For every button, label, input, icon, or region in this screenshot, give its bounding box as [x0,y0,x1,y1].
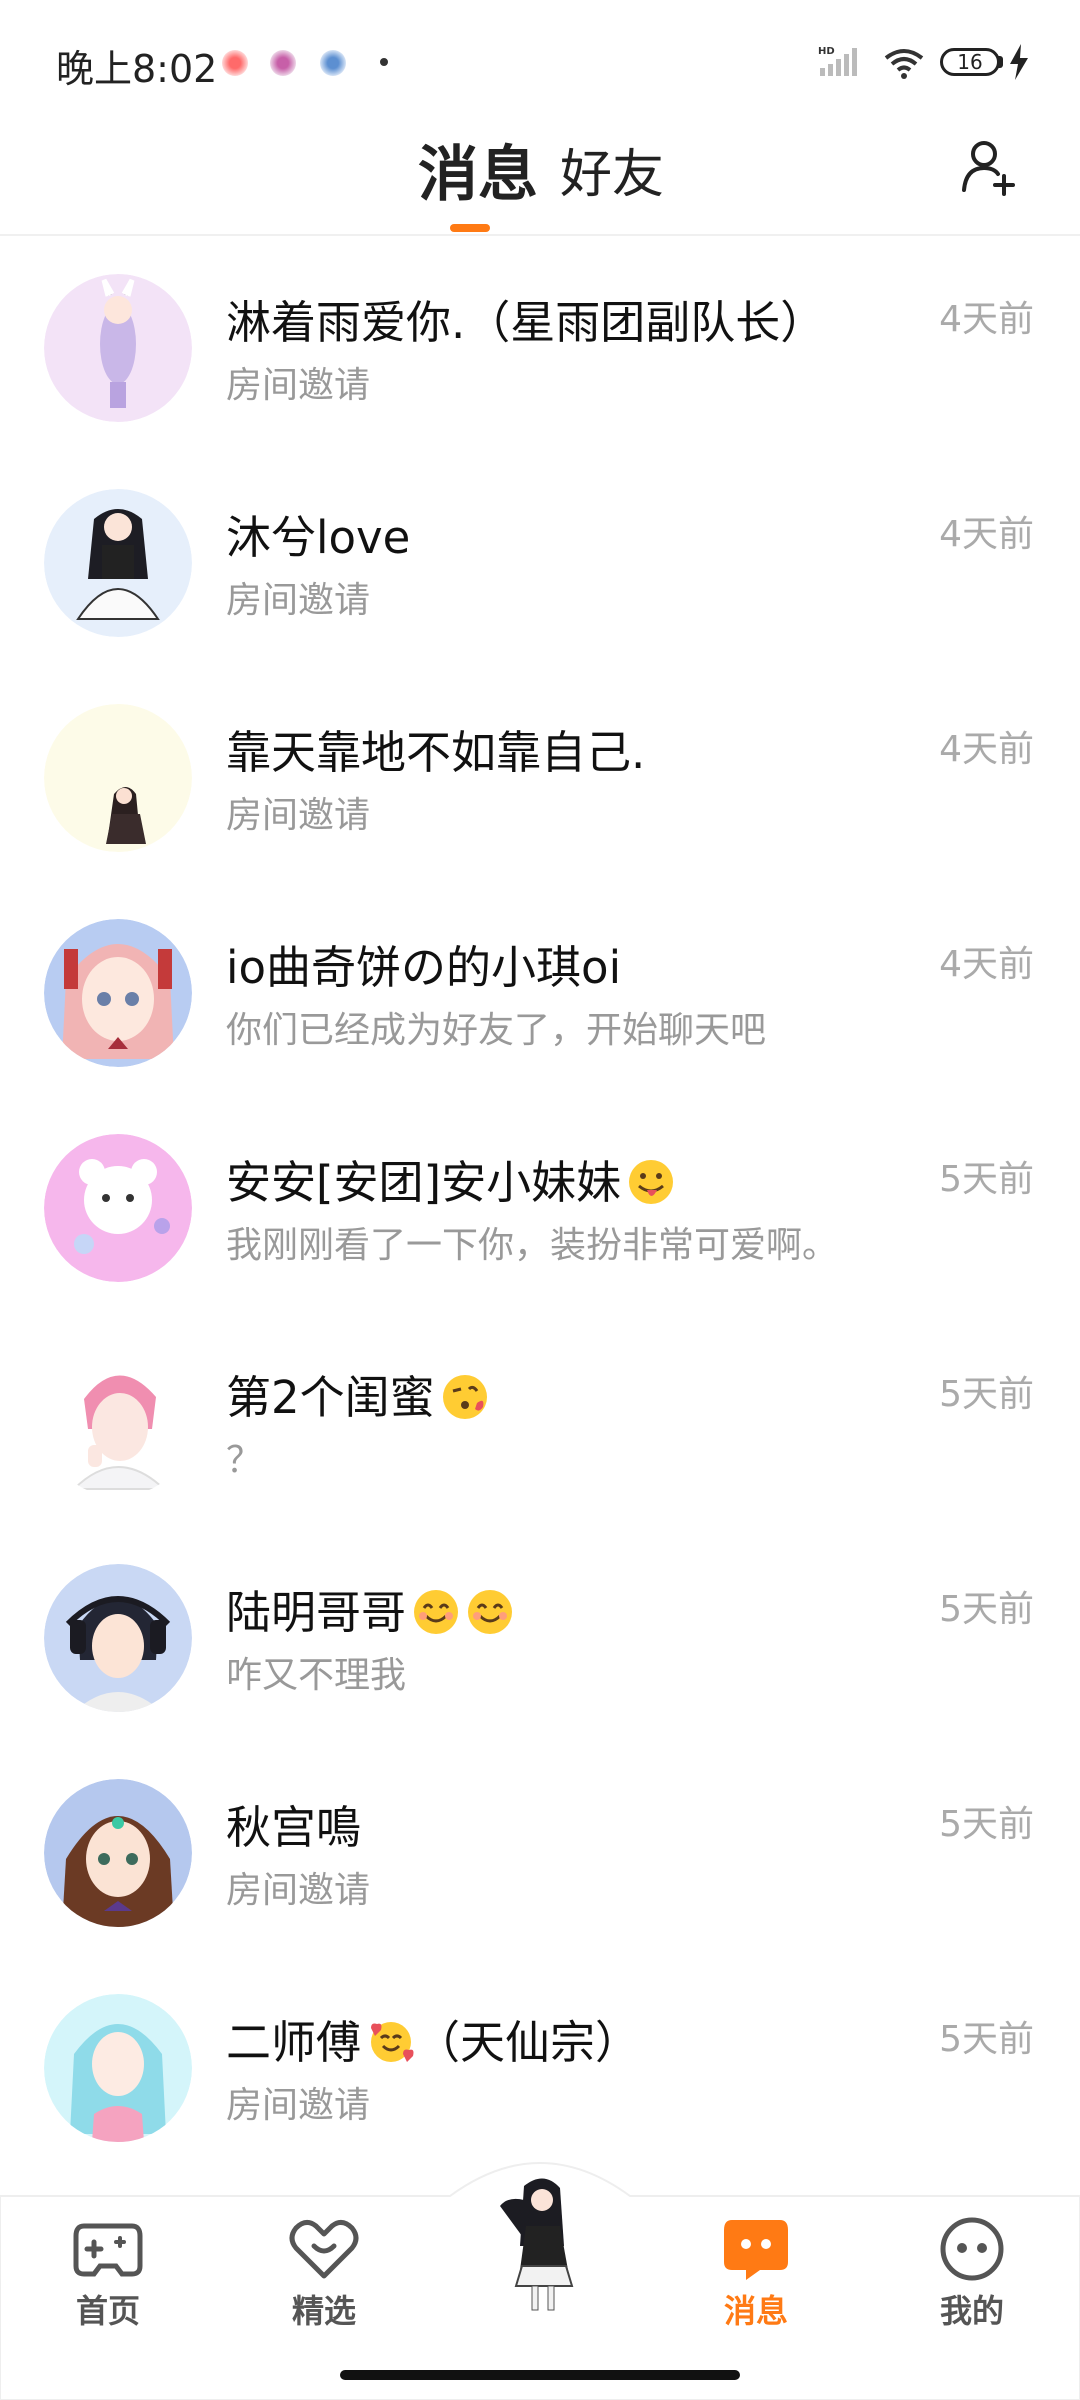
nav-home[interactable]: 首页 [38,2216,178,2332]
nav-mine[interactable]: 我的 [902,2216,1042,2332]
hearts-emoji-icon [371,2022,414,2062]
avatar[interactable] [44,489,192,637]
contact-name: 二师傅 （天仙宗） [226,2006,640,2071]
message-time: 4天前 [939,729,1034,770]
signal-icon: HD [818,46,857,76]
conversation-list: 淋着雨爱你.（星雨团副队长） 房间邀请 4天前 沐兮love 房间邀请 4天前 … [0,236,1080,2171]
message-time: 5天前 [939,1589,1034,1630]
header: 消息 好友 [0,120,1080,236]
message-time: 4天前 [939,299,1034,340]
contact-name: 沐兮love [226,511,411,564]
nav-messages-label: 消息 [723,2292,788,2330]
tongue-emoji-icon [629,1160,674,1204]
tab-messages[interactable]: 消息 [418,126,538,213]
battery-tip [998,56,1003,68]
gamepad-icon [73,2223,143,2277]
message-time: 5天前 [939,2019,1034,2060]
message-time: 5天前 [939,1374,1034,1415]
kiss-emoji-icon [442,1375,487,1419]
notification-icon [222,50,248,76]
more-notifications-dot [380,58,388,66]
conversation-row[interactable]: 第2个闺蜜 ？ 5天前 [0,1311,1080,1526]
avatar[interactable] [44,1134,192,1282]
contact-name: 淋着雨爱你.（星雨团副队长） [226,296,826,349]
avatar[interactable] [44,1779,192,1927]
charging-icon [1010,44,1028,80]
avatar[interactable] [44,1349,192,1497]
contact-name: 秋宫鳴 [226,1801,362,1854]
status-bar: 晚上8:02 HD 16 [0,0,1080,120]
nav-home-label: 首页 [75,2292,140,2330]
chat-bubble-icon [724,2220,788,2280]
message-preview: 咋又不理我 [226,1655,407,1696]
contact-name: 陆明哥哥 [226,1576,514,1641]
conversation-row[interactable]: 安安[安团]安小妹妹 我刚刚看了一下你，装扮非常可爱啊。 5天前 [0,1096,1080,1311]
active-tab-indicator [450,224,490,232]
contact-name-text: 陆明哥哥 [226,1586,407,1639]
nav-messages[interactable]: 消息 [686,2216,826,2332]
message-preview: 房间邀请 [226,365,371,406]
message-preview: 我刚刚看了一下你，装扮非常可爱啊。 [226,1225,839,1266]
contact-name: 安安[安团]安小妹妹 [226,1146,675,1211]
avatar[interactable] [44,704,192,852]
conversation-row[interactable]: 淋着雨爱你.（星雨团副队长） 房间邀请 4天前 [0,236,1080,451]
message-time: 5天前 [939,1804,1034,1845]
wifi-icon [884,49,924,79]
avatar[interactable] [44,919,192,1067]
notification-icon [320,50,346,76]
message-preview: 房间邀请 [226,2085,371,2126]
contact-name-text: 二师傅 [226,2016,362,2069]
avatar[interactable] [44,1994,192,2142]
avatar[interactable] [44,1564,192,1712]
contact-name-text: 安安[安团]安小妹妹 [226,1156,622,1209]
message-time: 5天前 [939,1159,1034,1200]
message-preview: 房间邀请 [226,795,371,836]
contact-name: 靠天靠地不如靠自己. [226,726,646,779]
nav-mine-label: 我的 [939,2292,1004,2330]
conversation-row[interactable]: 靠天靠地不如靠自己. 房间邀请 4天前 [0,666,1080,881]
nav-featured[interactable]: 精选 [254,2216,394,2332]
conversation-row[interactable]: 陆明哥哥 咋又不理我 5天前 [0,1526,1080,1741]
add-person-icon[interactable] [960,136,1020,196]
message-time: 4天前 [939,944,1034,985]
avatar[interactable] [44,274,192,422]
contact-name-text: 第2个闺蜜 [226,1371,435,1424]
notification-icon [270,50,296,76]
smile-emoji-icon [414,1590,459,1634]
message-preview: 房间邀请 [226,580,371,621]
message-time: 4天前 [939,514,1034,555]
contact-name: io曲奇饼の的小琪oi [226,941,622,994]
nav-featured-label: 精选 [291,2292,356,2330]
heart-icon [289,2220,359,2279]
message-preview: 你们已经成为好友了，开始聊天吧 [226,1010,767,1051]
contact-name: 第2个闺蜜 [226,1361,489,1426]
messages-screen: 晚上8:02 HD 16 消息 好友 淋着雨爱你.（星雨团副队长） 房间邀请 4… [0,0,1080,2400]
battery-icon: 16 [940,48,1000,76]
smile-emoji-icon [468,1590,513,1634]
conversation-row[interactable]: 秋宫鳴 房间邀请 5天前 [0,1741,1080,1956]
conversation-row[interactable]: io曲奇饼の的小琪oi 你们已经成为好友了，开始聊天吧 4天前 [0,881,1080,1096]
message-preview: ？ [226,1440,263,1481]
status-time: 晚上8:02 [56,47,218,91]
tab-friends[interactable]: 好友 [560,132,664,207]
home-indicator[interactable] [340,2370,740,2380]
svg-text:HD: HD [818,46,835,57]
contact-name-suffix: （天仙宗） [415,2016,641,2069]
face-icon [940,2217,1004,2281]
conversation-row[interactable]: 沐兮love 房间邀请 4天前 [0,451,1080,666]
message-preview: 房间邀请 [226,1870,371,1911]
